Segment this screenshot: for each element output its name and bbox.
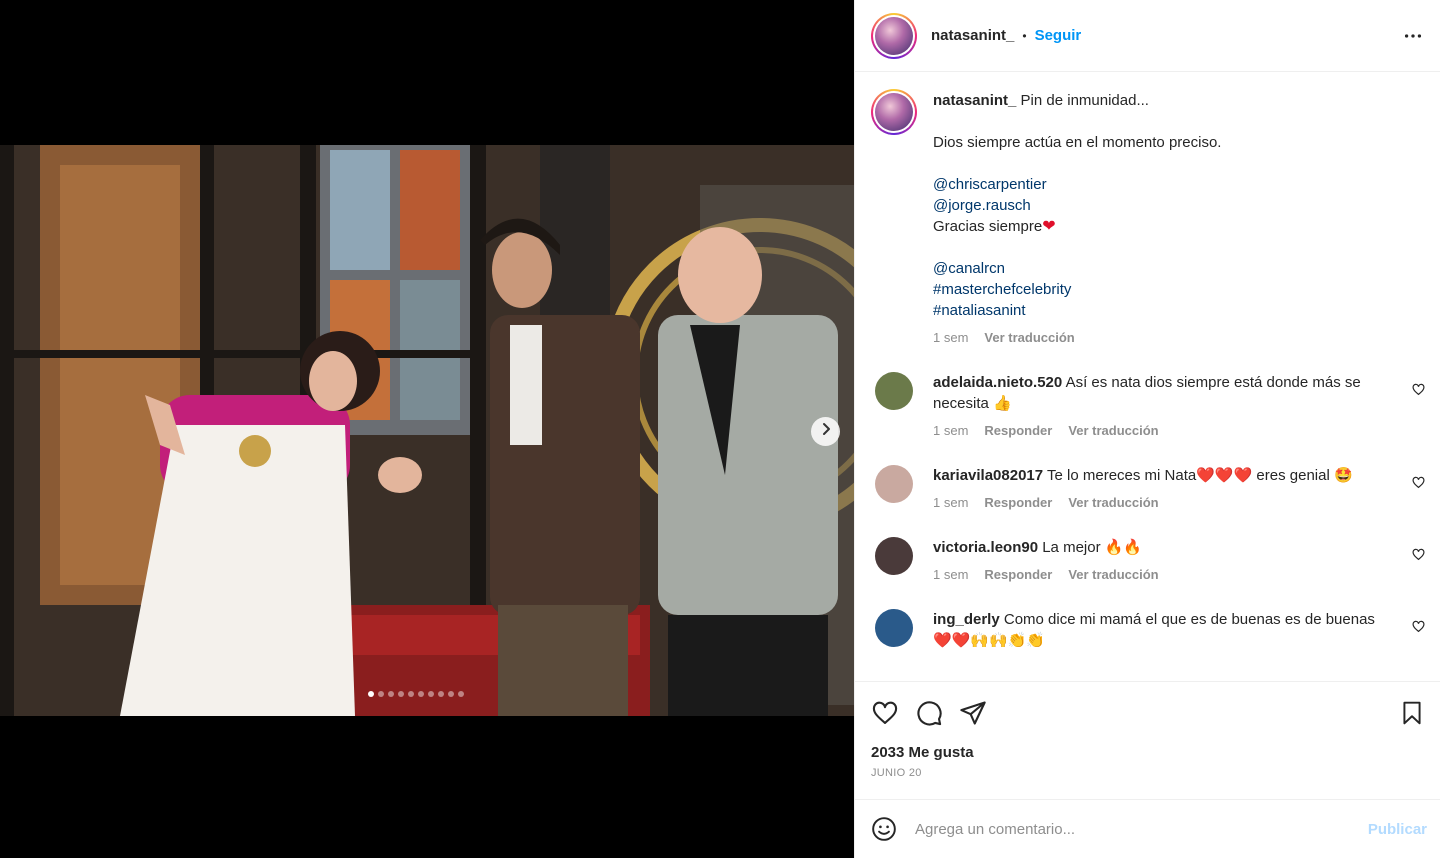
comment-username[interactable]: ing_derly	[933, 611, 1000, 628]
likes-count[interactable]: 2033 Me gusta	[871, 744, 1425, 761]
mention-link[interactable]: @canalrcn	[933, 258, 1413, 279]
reply-button[interactable]: Responder	[984, 492, 1052, 513]
carousel-dot	[428, 691, 434, 697]
header-username[interactable]: natasanint_	[931, 27, 1014, 44]
comment-text: La mejor 🔥🔥	[1042, 539, 1143, 556]
carousel-dot	[398, 691, 404, 697]
comment-like-heart-icon[interactable]	[1412, 476, 1425, 494]
share-send-icon[interactable]	[959, 699, 987, 727]
post-date[interactable]: JUNIO 20	[871, 767, 1425, 779]
comment-like-heart-icon[interactable]	[1412, 620, 1425, 638]
caption-avatar[interactable]	[871, 89, 917, 135]
carousel-dot	[438, 691, 444, 697]
caption-thanks: Gracias siempre	[933, 218, 1043, 235]
translate-link[interactable]: Ver traducción	[1068, 492, 1158, 513]
emoji-smiley-icon[interactable]	[871, 816, 897, 842]
reply-button[interactable]: Responder	[984, 420, 1052, 441]
mention-link[interactable]: @jorge.rausch	[933, 195, 1413, 216]
comment-username[interactable]: adelaida.nieto.520	[933, 374, 1062, 391]
carousel-dot	[408, 691, 414, 697]
carousel-next-button[interactable]	[811, 417, 840, 446]
comment-time: 1 sem	[933, 423, 969, 438]
more-horizontal-icon[interactable]	[1402, 25, 1424, 47]
carousel-indicator	[368, 691, 464, 697]
comment-icon[interactable]	[915, 699, 943, 727]
carousel-dot	[448, 691, 454, 697]
comment-avatar[interactable]	[875, 537, 913, 575]
caption-line-2: Dios siempre actúa en el momento preciso…	[933, 134, 1222, 151]
comment-input[interactable]	[915, 820, 1368, 838]
post-side-panel: natasanint_ • Seguir natasanint_ Pin de …	[854, 0, 1440, 858]
header-separator: •	[1022, 28, 1027, 43]
carousel-dot	[378, 691, 384, 697]
comment-username[interactable]: victoria.leon90	[933, 539, 1038, 556]
avatar[interactable]	[871, 12, 917, 59]
comment-text: Te lo mereces mi Nata❤️❤️❤️ eres genial …	[1047, 467, 1353, 484]
comment-username[interactable]: kariavila082017	[933, 467, 1043, 484]
like-heart-icon[interactable]	[871, 699, 899, 727]
post-media	[0, 0, 854, 858]
comment-time: 1 sem	[933, 567, 969, 582]
translate-link[interactable]: Ver traducción	[1068, 564, 1158, 585]
comment-text: Como dice mi mamá el que es de buenas es…	[933, 611, 1375, 649]
hashtag-link[interactable]: #masterchefcelebrity	[933, 279, 1413, 300]
caption-username[interactable]: natasanint_	[933, 92, 1016, 109]
post-header: natasanint_ • Seguir	[855, 0, 1440, 72]
chevron-right-icon	[819, 422, 833, 441]
photo-illustration	[0, 145, 854, 716]
comment-item: kariavila082017 Te lo mereces mi Nata❤️❤…	[871, 465, 1425, 513]
comment-item: victoria.leon90 La mejor 🔥🔥 1 sem Respon…	[871, 537, 1425, 585]
hashtag-link[interactable]: #nataliasanint	[933, 300, 1413, 321]
comment-avatar[interactable]	[875, 372, 913, 410]
comment-avatar[interactable]	[875, 465, 913, 503]
add-comment-bar: Publicar	[855, 799, 1440, 858]
translate-link[interactable]: Ver traducción	[984, 327, 1074, 348]
comment-like-heart-icon[interactable]	[1412, 383, 1425, 401]
red-heart-emoji: ❤	[1042, 218, 1056, 235]
carousel-dot	[388, 691, 394, 697]
comment-item: adelaida.nieto.520 Así es nata dios siem…	[871, 372, 1425, 441]
caption-line-1: Pin de inmunidad...	[1020, 92, 1149, 109]
comment-like-heart-icon[interactable]	[1412, 548, 1425, 566]
bookmark-icon[interactable]	[1399, 699, 1425, 727]
carousel-dot	[418, 691, 424, 697]
comment-avatar[interactable]	[875, 609, 913, 647]
post-caption: natasanint_ Pin de inmunidad... Dios sie…	[871, 89, 1425, 348]
post-actions: 2033 Me gusta JUNIO 20	[855, 681, 1440, 779]
translate-link[interactable]: Ver traducción	[1068, 420, 1158, 441]
comments-section[interactable]: natasanint_ Pin de inmunidad... Dios sie…	[855, 73, 1440, 681]
carousel-dot	[458, 691, 464, 697]
publish-button[interactable]: Publicar	[1368, 821, 1427, 838]
reply-button[interactable]: Responder	[984, 564, 1052, 585]
post-photo[interactable]	[0, 145, 854, 716]
comment-time: 1 sem	[933, 495, 969, 510]
mention-link[interactable]: @chriscarpentier	[933, 174, 1413, 195]
follow-button[interactable]: Seguir	[1035, 27, 1082, 44]
caption-time: 1 sem	[933, 330, 969, 345]
carousel-dot	[368, 691, 374, 697]
comment-item: ing_derly Como dice mi mamá el que es de…	[871, 609, 1425, 651]
